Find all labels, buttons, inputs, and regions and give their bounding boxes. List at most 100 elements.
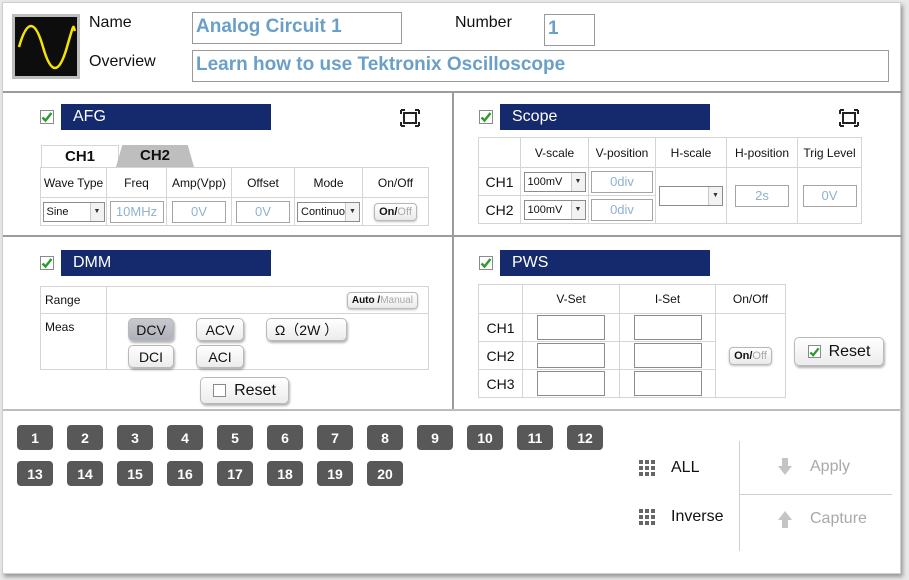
iset-field-ch3[interactable] bbox=[633, 371, 702, 396]
scope-header: H-position bbox=[726, 137, 798, 168]
tab-ch1[interactable]: CH1 bbox=[41, 145, 119, 167]
scope-checkbox[interactable] bbox=[479, 110, 493, 124]
pws-checkbox[interactable] bbox=[479, 256, 493, 270]
overview-label: Overview bbox=[89, 53, 156, 70]
vset-field-ch2[interactable] bbox=[537, 343, 605, 368]
vset-field-ch1[interactable] bbox=[537, 315, 605, 340]
check-icon bbox=[41, 112, 53, 123]
dcv-button[interactable]: DCV bbox=[128, 318, 174, 341]
afg-header: Mode bbox=[294, 167, 363, 198]
station-button-6[interactable]: 6 bbox=[267, 425, 303, 450]
check-icon bbox=[480, 112, 492, 123]
apply-button[interactable]: Apply bbox=[776, 457, 850, 477]
pws-table: V-Set I-Set On/Off CH1 On/Off CH2 CH3 bbox=[478, 284, 786, 398]
acv-button[interactable]: ACV bbox=[196, 318, 244, 341]
vscale-select-ch2[interactable]: 100mV ▼ bbox=[523, 199, 586, 220]
select-all-label: ALL bbox=[671, 459, 700, 476]
station-button-2[interactable]: 2 bbox=[67, 425, 103, 450]
pws-row-label: CH2 bbox=[478, 341, 523, 370]
pws-corner bbox=[478, 284, 523, 314]
station-button-17[interactable]: 17 bbox=[217, 461, 253, 486]
tab-ch2[interactable]: CH2 bbox=[116, 145, 194, 167]
check-icon bbox=[807, 345, 821, 358]
hscale-select[interactable]: ▼ bbox=[659, 185, 723, 206]
offset-field[interactable]: 0V bbox=[236, 200, 290, 223]
afg-table: Wave Type Freq Amp(Vpp) Offset Mode On/O… bbox=[40, 167, 429, 226]
grid-icon bbox=[639, 509, 655, 525]
pws-row-label: CH3 bbox=[478, 369, 523, 398]
vpos-field-ch1[interactable]: 0div bbox=[591, 170, 653, 193]
station-button-9[interactable]: 9 bbox=[417, 425, 453, 450]
afg-checkbox[interactable] bbox=[40, 110, 54, 124]
afg-header: On/Off bbox=[362, 167, 429, 198]
amp-field[interactable]: 0V bbox=[172, 200, 226, 223]
scope-corner bbox=[478, 137, 521, 168]
pws-onoff-toggle[interactable]: On/Off bbox=[729, 346, 772, 365]
scope-row-label: CH2 bbox=[478, 195, 521, 224]
mode-select[interactable]: Continuo ▼ bbox=[297, 201, 360, 222]
hpos-field[interactable]: 2s bbox=[735, 184, 789, 207]
dmm-reset-button[interactable]: Reset bbox=[200, 377, 289, 404]
station-button-20[interactable]: 20 bbox=[367, 461, 403, 486]
chevron-down-icon: ▼ bbox=[345, 202, 359, 221]
dmm-reset-label: Reset bbox=[234, 381, 276, 399]
select-all-button[interactable]: ALL bbox=[639, 459, 699, 477]
station-button-13[interactable]: 13 bbox=[17, 461, 53, 486]
station-button-11[interactable]: 11 bbox=[517, 425, 553, 450]
vscale-select-ch1[interactable]: 100mV ▼ bbox=[523, 171, 586, 192]
station-button-15[interactable]: 15 bbox=[117, 461, 153, 486]
iset-cell bbox=[619, 313, 716, 342]
dmm-checkbox[interactable] bbox=[40, 256, 54, 270]
station-button-10[interactable]: 10 bbox=[467, 425, 503, 450]
overview-field[interactable]: Learn how to use Tektronix Oscilloscope bbox=[192, 50, 889, 82]
unchecked-box-icon bbox=[213, 384, 227, 397]
capture-button[interactable]: Capture bbox=[776, 509, 867, 529]
station-button-4[interactable]: 4 bbox=[167, 425, 203, 450]
station-button-14[interactable]: 14 bbox=[67, 461, 103, 486]
iset-field-ch1[interactable] bbox=[633, 315, 702, 340]
vscale-cell: 100mV ▼ bbox=[520, 167, 589, 196]
pws-reset-button[interactable]: Reset bbox=[794, 337, 884, 366]
iset-cell bbox=[619, 341, 716, 370]
aci-button[interactable]: ACI bbox=[196, 345, 244, 368]
arrow-down-icon bbox=[778, 458, 792, 475]
scope-row-label: CH1 bbox=[478, 167, 521, 196]
afg-mode-cell: Continuo ▼ bbox=[294, 197, 363, 226]
inverse-button[interactable]: Inverse bbox=[639, 508, 723, 526]
station-button-1[interactable]: 1 bbox=[17, 425, 53, 450]
check-icon bbox=[480, 258, 492, 269]
vpos-cell: 0div bbox=[588, 167, 656, 196]
number-field[interactable]: 1 bbox=[544, 14, 595, 46]
ohm-2w-button[interactable]: Ω（2W ） bbox=[266, 318, 347, 341]
vpos-field-ch2[interactable]: 0div bbox=[591, 198, 653, 221]
pws-reset-label: Reset bbox=[828, 342, 871, 360]
station-button-16[interactable]: 16 bbox=[167, 461, 203, 486]
afg-offset-cell: 0V bbox=[231, 197, 295, 226]
name-field[interactable]: Analog Circuit 1 bbox=[192, 12, 402, 44]
vset-field-ch3[interactable] bbox=[537, 371, 605, 396]
station-button-5[interactable]: 5 bbox=[217, 425, 253, 450]
meas-row-divider bbox=[108, 313, 429, 314]
pws-header: I-Set bbox=[619, 284, 716, 314]
afg-onoff-toggle[interactable]: On/Off bbox=[374, 202, 417, 221]
freq-field[interactable]: 10MHz bbox=[109, 200, 164, 223]
vset-cell bbox=[522, 341, 620, 370]
station-button-18[interactable]: 18 bbox=[267, 461, 303, 486]
dci-button[interactable]: DCI bbox=[128, 345, 174, 368]
meas-label: Meas bbox=[40, 313, 107, 370]
station-button-8[interactable]: 8 bbox=[367, 425, 403, 450]
iset-field-ch2[interactable] bbox=[633, 343, 702, 368]
station-button-12[interactable]: 12 bbox=[567, 425, 603, 450]
scope-header: V-scale bbox=[520, 137, 589, 168]
hpos-cell: 2s bbox=[726, 167, 798, 224]
station-button-19[interactable]: 19 bbox=[317, 461, 353, 486]
fullscreen-icon[interactable] bbox=[839, 109, 859, 130]
trig-level-field[interactable]: 0V bbox=[802, 184, 857, 207]
actions-vertical-divider bbox=[739, 441, 740, 551]
station-button-7[interactable]: 7 bbox=[317, 425, 353, 450]
wave-type-select[interactable]: Sine ▼ bbox=[42, 201, 105, 222]
vset-cell bbox=[522, 369, 620, 398]
station-button-3[interactable]: 3 bbox=[117, 425, 153, 450]
fullscreen-icon[interactable] bbox=[400, 109, 420, 130]
range-auto-manual-toggle[interactable]: Auto /Manual bbox=[346, 291, 418, 309]
